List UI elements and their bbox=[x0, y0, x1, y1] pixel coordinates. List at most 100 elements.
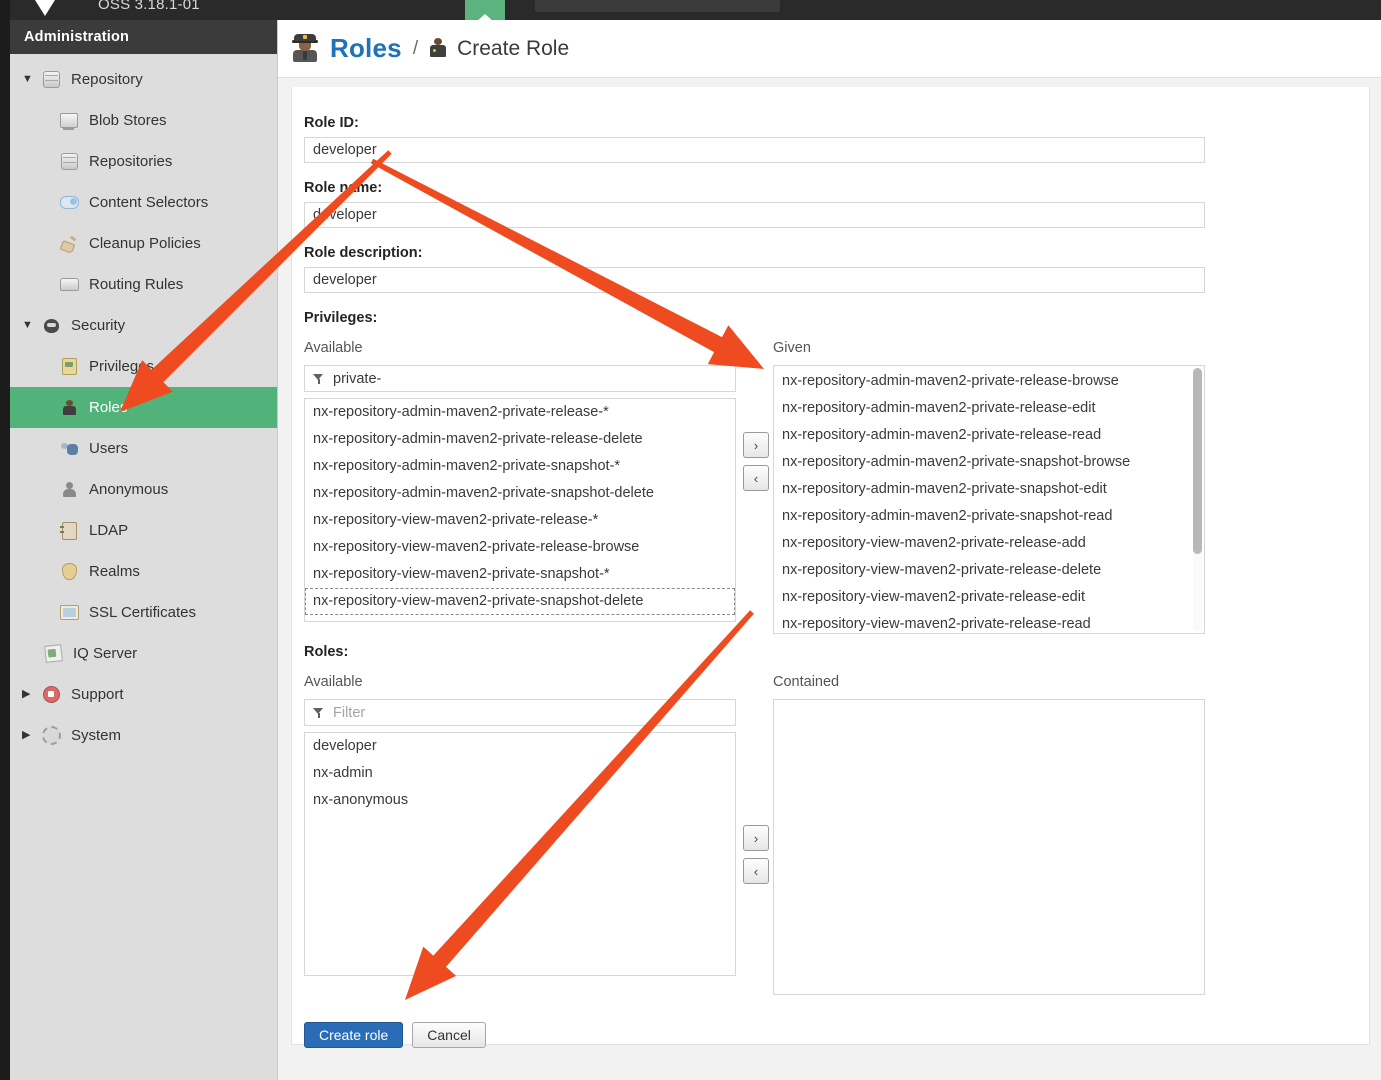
list-item[interactable]: nx-repository-view-maven2-private-releas… bbox=[774, 611, 1204, 633]
security-shield-icon bbox=[40, 318, 62, 333]
list-item[interactable]: nx-repository-admin-maven2-private-relea… bbox=[774, 395, 1204, 422]
sidebar-item-label: Support bbox=[71, 686, 124, 703]
sidebar-item-routing-rules[interactable]: Routing Rules bbox=[10, 264, 277, 305]
roles-contained-list[interactable] bbox=[773, 699, 1205, 995]
breadcrumb-separator: / bbox=[412, 37, 419, 59]
sidebar-item-system[interactable]: ▶ System bbox=[10, 715, 277, 756]
role-description-input[interactable] bbox=[304, 267, 1205, 293]
list-item[interactable]: nx-repository-view-maven2-private-releas… bbox=[774, 584, 1204, 611]
list-item[interactable]: nx-repository-admin-maven2-private-relea… bbox=[774, 368, 1204, 395]
sidebar-item-label: IQ Server bbox=[73, 645, 138, 662]
sidebar-item-label: Blob Stores bbox=[89, 112, 167, 129]
sidebar-item-ldap[interactable]: LDAP bbox=[10, 510, 277, 551]
role-person-icon bbox=[429, 37, 449, 60]
list-item[interactable]: nx-anonymous bbox=[305, 787, 735, 814]
chevron-right-icon[interactable]: ▶ bbox=[22, 689, 40, 700]
list-item[interactable]: nx-repository-admin-maven2-private-snaps… bbox=[305, 480, 735, 507]
privileges-dual-list: Available private- nx-repository-admin-m… bbox=[304, 340, 1205, 640]
list-item[interactable]: nx-repository-view-maven2-private-releas… bbox=[305, 507, 735, 534]
blob-store-icon bbox=[58, 113, 80, 130]
privileges-given-list[interactable]: nx-repository-admin-maven2-private-relea… bbox=[773, 365, 1205, 634]
sidebar-item-users[interactable]: Users bbox=[10, 428, 277, 469]
list-item[interactable]: nx-repository-admin-maven2-private-relea… bbox=[305, 426, 735, 453]
sidebar-item-label: Anonymous bbox=[89, 481, 169, 498]
sidebar-item-ssl-certificates[interactable]: SSL Certificates bbox=[10, 592, 277, 633]
page-header: Roles / Create Role bbox=[278, 20, 1381, 78]
privileges-given-scrollbar[interactable] bbox=[1193, 368, 1202, 631]
privileges-given-scroll-thumb[interactable] bbox=[1193, 368, 1202, 554]
sidebar-item-repository[interactable]: ▼ Repository bbox=[10, 59, 277, 100]
roles-filter-input[interactable]: Filter bbox=[304, 699, 736, 726]
list-item[interactable]: nx-repository-admin-maven2-private-snaps… bbox=[305, 453, 735, 480]
privileges-remove-button[interactable]: ‹ bbox=[743, 465, 769, 491]
page-title[interactable]: Roles bbox=[330, 33, 402, 64]
list-item[interactable]: nx-repository-admin-maven2-private-relea… bbox=[305, 399, 735, 426]
roles-add-button[interactable]: › bbox=[743, 825, 769, 851]
sidebar-item-label: SSL Certificates bbox=[89, 604, 196, 621]
create-role-form-panel: Role ID: Role name: Role description: Pr… bbox=[291, 87, 1370, 1048]
list-item[interactable]: developer bbox=[305, 733, 735, 760]
list-item[interactable]: nx-repository-view-maven2-private-snapsh… bbox=[305, 561, 735, 588]
realm-shield-icon bbox=[58, 563, 80, 580]
sidebar-header: Administration bbox=[10, 20, 277, 54]
list-item[interactable]: nx-repository-admin-maven2-private-snaps… bbox=[774, 449, 1204, 476]
chevron-down-icon[interactable]: ▼ bbox=[22, 320, 40, 331]
privileges-available-list[interactable]: nx-repository-admin-maven2-private-relea… bbox=[304, 398, 736, 622]
database-icon bbox=[58, 153, 80, 170]
ldap-book-icon bbox=[58, 521, 80, 540]
role-id-input[interactable] bbox=[304, 137, 1205, 163]
list-item[interactable]: nx-repository-admin-maven2-private-relea… bbox=[774, 422, 1204, 449]
support-lifering-icon bbox=[40, 686, 62, 703]
role-name-input[interactable] bbox=[304, 202, 1205, 228]
sidebar-item-cleanup-policies[interactable]: Cleanup Policies bbox=[10, 223, 277, 264]
sidebar-nav-list: ▼ Repository Blob Stores Repositories Conten… bbox=[10, 54, 277, 756]
role-id-label: Role ID: bbox=[304, 115, 359, 131]
sidebar-item-label: Roles bbox=[89, 399, 128, 416]
list-item[interactable]: nx-admin bbox=[305, 760, 735, 787]
sidebar-item-content-selectors[interactable]: Content Selectors bbox=[10, 182, 277, 223]
list-item[interactable]: nx-repository-view-maven2-private-snapsh… bbox=[305, 588, 735, 615]
chevron-down-icon[interactable]: ▼ bbox=[22, 74, 40, 85]
funnel-filter-icon bbox=[313, 707, 324, 718]
nexus-logo-icon[interactable] bbox=[28, 0, 62, 20]
sidebar-item-privileges[interactable]: Privileges bbox=[10, 346, 277, 387]
sidebar-item-iq-server[interactable]: IQ Server bbox=[10, 633, 277, 674]
broom-icon bbox=[58, 237, 80, 251]
role-person-icon bbox=[58, 400, 80, 415]
privileges-section-label: Privileges: bbox=[304, 310, 378, 326]
sidebar-item-repositories[interactable]: Repositories bbox=[10, 141, 277, 182]
roles-remove-button[interactable]: ‹ bbox=[743, 858, 769, 884]
privileges-given-label: Given bbox=[773, 340, 811, 356]
role-description-label: Role description: bbox=[304, 245, 423, 261]
app-topbar: OSS 3.18.1-01 bbox=[10, 0, 1381, 22]
privileges-filter-input[interactable]: private- bbox=[304, 365, 736, 392]
sidebar-item-support[interactable]: ▶ Support bbox=[10, 674, 277, 715]
search-input[interactable] bbox=[535, 0, 780, 12]
list-item[interactable]: nx-repository-admin-maven2-private-snaps… bbox=[774, 476, 1204, 503]
list-item[interactable]: nx-repository-view-maven2-private-releas… bbox=[774, 557, 1204, 584]
privileges-available-label: Available bbox=[304, 340, 363, 356]
form-button-row: Create role Cancel bbox=[304, 1022, 1357, 1048]
list-item[interactable]: nx-repository-view-maven2-private-releas… bbox=[774, 530, 1204, 557]
sidebar-item-blob-stores[interactable]: Blob Stores bbox=[10, 100, 277, 141]
list-item[interactable]: nx-repository-admin-maven2-private-snaps… bbox=[774, 503, 1204, 530]
privileges-add-button[interactable]: › bbox=[743, 432, 769, 458]
sidebar-item-label: Privileges bbox=[89, 358, 155, 375]
sidebar-item-label: Repositories bbox=[89, 153, 173, 170]
sidebar-item-roles[interactable]: Roles bbox=[10, 387, 277, 428]
role-name-label: Role name: bbox=[304, 180, 383, 196]
sidebar-item-anonymous[interactable]: Anonymous bbox=[10, 469, 277, 510]
create-role-button[interactable]: Create role bbox=[304, 1022, 404, 1048]
sidebar-item-realms[interactable]: Realms bbox=[10, 551, 277, 592]
ssl-certificate-icon bbox=[58, 605, 80, 620]
anonymous-user-icon bbox=[58, 482, 80, 497]
chevron-right-icon[interactable]: ▶ bbox=[22, 730, 40, 741]
list-item[interactable]: nx-repository-view-maven2-private-releas… bbox=[305, 534, 735, 561]
browser-edge-strip bbox=[0, 0, 10, 1080]
gear-icon bbox=[40, 726, 62, 745]
roles-available-list[interactable]: developer nx-admin nx-anonymous bbox=[304, 732, 736, 976]
iq-server-icon bbox=[42, 644, 64, 663]
cancel-button[interactable]: Cancel bbox=[412, 1022, 486, 1048]
sidebar-item-security[interactable]: ▼ Security bbox=[10, 305, 277, 346]
content-area: Roles / Create Role Role ID: Role name: … bbox=[278, 20, 1381, 1080]
